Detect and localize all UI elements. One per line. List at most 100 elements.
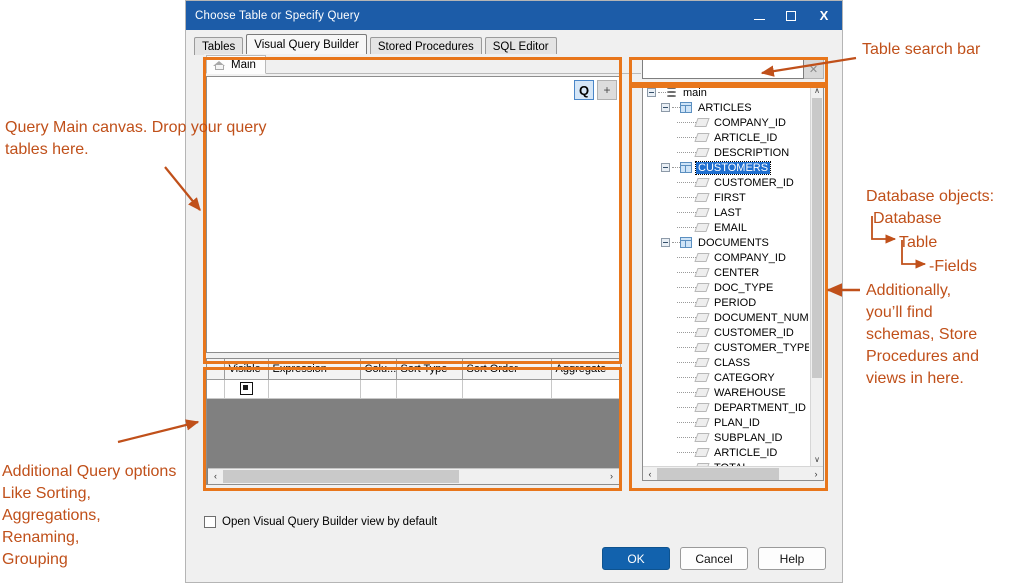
- tree-connector: [677, 436, 696, 439]
- tab-visual-query-builder[interactable]: Visual Query Builder: [246, 34, 367, 55]
- tab-strip: Tables Visual Query Builder Stored Proce…: [186, 30, 842, 55]
- tree-node[interactable]: CUSTOMER_ID: [643, 175, 809, 190]
- tree-node[interactable]: CLASS: [643, 355, 809, 370]
- col-sort-order[interactable]: Sort Order: [462, 359, 552, 380]
- tree-node[interactable]: SUBPLAN_ID: [643, 430, 809, 445]
- scroll-down-icon[interactable]: ∨: [811, 453, 823, 466]
- col-aggregate[interactable]: Aggregate: [551, 359, 621, 380]
- row-header-cell[interactable]: [207, 379, 225, 399]
- tree-horizontal-scrollbar[interactable]: ‹ ›: [643, 466, 823, 480]
- window-title: Choose Table or Specify Query: [195, 9, 360, 22]
- sort-order-cell[interactable]: [462, 379, 552, 399]
- table-icon: [680, 102, 692, 113]
- tree-node[interactable]: ARTICLE_ID: [643, 445, 809, 460]
- tree-connector: [677, 391, 696, 394]
- tree-hscroll-thumb[interactable]: [657, 467, 779, 480]
- tree-connector: [677, 226, 696, 229]
- tree-node[interactable]: EMAIL: [643, 220, 809, 235]
- add-table-button[interactable]: +: [597, 80, 617, 100]
- default-view-option[interactable]: Open Visual Query Builder view by defaul…: [204, 516, 437, 528]
- tree-vertical-scrollbar[interactable]: ∧ ∨: [810, 84, 823, 466]
- expression-cell[interactable]: [268, 379, 361, 399]
- canvas-tab-main[interactable]: Main: [206, 55, 266, 74]
- object-tree-list[interactable]: main ARTICLES COMPANY_ID ARTICLE_ID DESCRIPT…: [643, 85, 809, 466]
- field-icon: [694, 343, 710, 352]
- tree-scroll-left-icon[interactable]: ‹: [643, 466, 657, 480]
- tree-node[interactable]: DEPARTMENT_ID: [643, 400, 809, 415]
- collapse-icon[interactable]: [647, 88, 656, 97]
- tree-node[interactable]: PERIOD: [643, 295, 809, 310]
- col-column[interactable]: Colu...: [360, 359, 397, 380]
- aggregate-cell[interactable]: [551, 379, 621, 399]
- tree-node[interactable]: DESCRIPTION: [643, 145, 809, 160]
- tree-hscroll-track[interactable]: [657, 466, 809, 480]
- annotation-objects-fields: -Fields: [929, 258, 978, 275]
- annotation-grid: Additional Query options Like Sorting, A…: [2, 463, 177, 568]
- field-icon: [694, 313, 710, 322]
- col-expression[interactable]: Expression: [268, 359, 361, 380]
- tree-node[interactable]: DOC_TYPE: [643, 280, 809, 295]
- collapse-icon[interactable]: [661, 238, 670, 247]
- tree-node[interactable]: DOCUMENTS: [643, 235, 809, 250]
- tree-connector: [677, 181, 696, 184]
- query-toggle-button[interactable]: Q: [574, 80, 594, 100]
- minimize-button[interactable]: [744, 1, 775, 30]
- canvas-toolbar: Q +: [574, 80, 617, 100]
- tree-connector: [677, 256, 696, 259]
- grid-horizontal-scrollbar[interactable]: ‹ ›: [208, 468, 619, 484]
- tab-tables[interactable]: Tables: [194, 37, 244, 55]
- table-row[interactable]: [207, 379, 621, 399]
- query-options-grid: Visible Expression Colu... Sort Type Sor…: [206, 358, 621, 485]
- field-icon: [694, 223, 710, 232]
- collapse-icon[interactable]: [661, 103, 670, 112]
- field-icon: [694, 208, 710, 217]
- ok-button[interactable]: OK: [602, 547, 670, 570]
- tree-scroll-right-icon[interactable]: ›: [809, 466, 823, 480]
- cancel-button[interactable]: Cancel: [680, 547, 748, 570]
- tree-scroll-thumb[interactable]: [812, 98, 822, 378]
- grid-scroll-track[interactable]: [223, 468, 604, 484]
- help-button[interactable]: Help: [758, 547, 826, 570]
- column-cell[interactable]: [360, 379, 397, 399]
- tree-node[interactable]: WAREHOUSE: [643, 385, 809, 400]
- visible-cell[interactable]: [224, 379, 269, 399]
- tree-connector: [677, 271, 696, 274]
- field-icon: [694, 178, 710, 187]
- object-tree[interactable]: main ARTICLES COMPANY_ID ARTICLE_ID DESCRIPT…: [642, 83, 824, 481]
- tree-node-label: CUSTOMER_ID: [714, 176, 794, 189]
- tree-node[interactable]: main: [643, 85, 809, 100]
- tree-node[interactable]: ARTICLE_ID: [643, 130, 809, 145]
- tree-node[interactable]: CUSTOMER_TYPE: [643, 340, 809, 355]
- tree-node[interactable]: COMPANY_ID: [643, 250, 809, 265]
- scroll-right-icon[interactable]: ›: [604, 468, 619, 484]
- tree-node-label: CUSTOMER_TYPE: [714, 341, 809, 354]
- tree-node-label: EMAIL: [714, 221, 748, 234]
- col-visible[interactable]: Visible: [224, 359, 269, 380]
- close-button[interactable]: X: [806, 1, 842, 30]
- maximize-button[interactable]: [775, 1, 806, 30]
- tree-node[interactable]: LAST: [643, 205, 809, 220]
- tree-connector: [677, 286, 696, 289]
- scroll-up-icon[interactable]: ∧: [811, 84, 823, 97]
- tab-sql-editor[interactable]: SQL Editor: [484, 37, 557, 55]
- tree-node[interactable]: CATEGORY: [643, 370, 809, 385]
- sort-type-cell[interactable]: [396, 379, 463, 399]
- tree-node[interactable]: ARTICLES: [643, 100, 809, 115]
- tree-node[interactable]: FIRST: [643, 190, 809, 205]
- tree-node[interactable]: DOCUMENT_NUMBER: [643, 310, 809, 325]
- collapse-icon[interactable]: [661, 163, 670, 172]
- search-input[interactable]: [642, 59, 804, 79]
- tab-stored-procedures[interactable]: Stored Procedures: [369, 37, 482, 55]
- canvas-tab-strip: Main: [204, 54, 641, 74]
- visible-checkbox[interactable]: [239, 382, 253, 396]
- tree-node[interactable]: CUSTOMERS: [643, 160, 809, 175]
- col-sort-type[interactable]: Sort Type: [396, 359, 463, 380]
- tree-node[interactable]: CENTER: [643, 265, 809, 280]
- tree-node[interactable]: CUSTOMER_ID: [643, 325, 809, 340]
- tree-connector: [677, 376, 696, 379]
- tree-node[interactable]: PLAN_ID: [643, 415, 809, 430]
- grid-scroll-thumb[interactable]: [223, 469, 460, 483]
- close-icon[interactable]: ✕: [804, 59, 824, 79]
- tree-node-label: DEPARTMENT_ID: [714, 401, 806, 414]
- tree-node[interactable]: COMPANY_ID: [643, 115, 809, 130]
